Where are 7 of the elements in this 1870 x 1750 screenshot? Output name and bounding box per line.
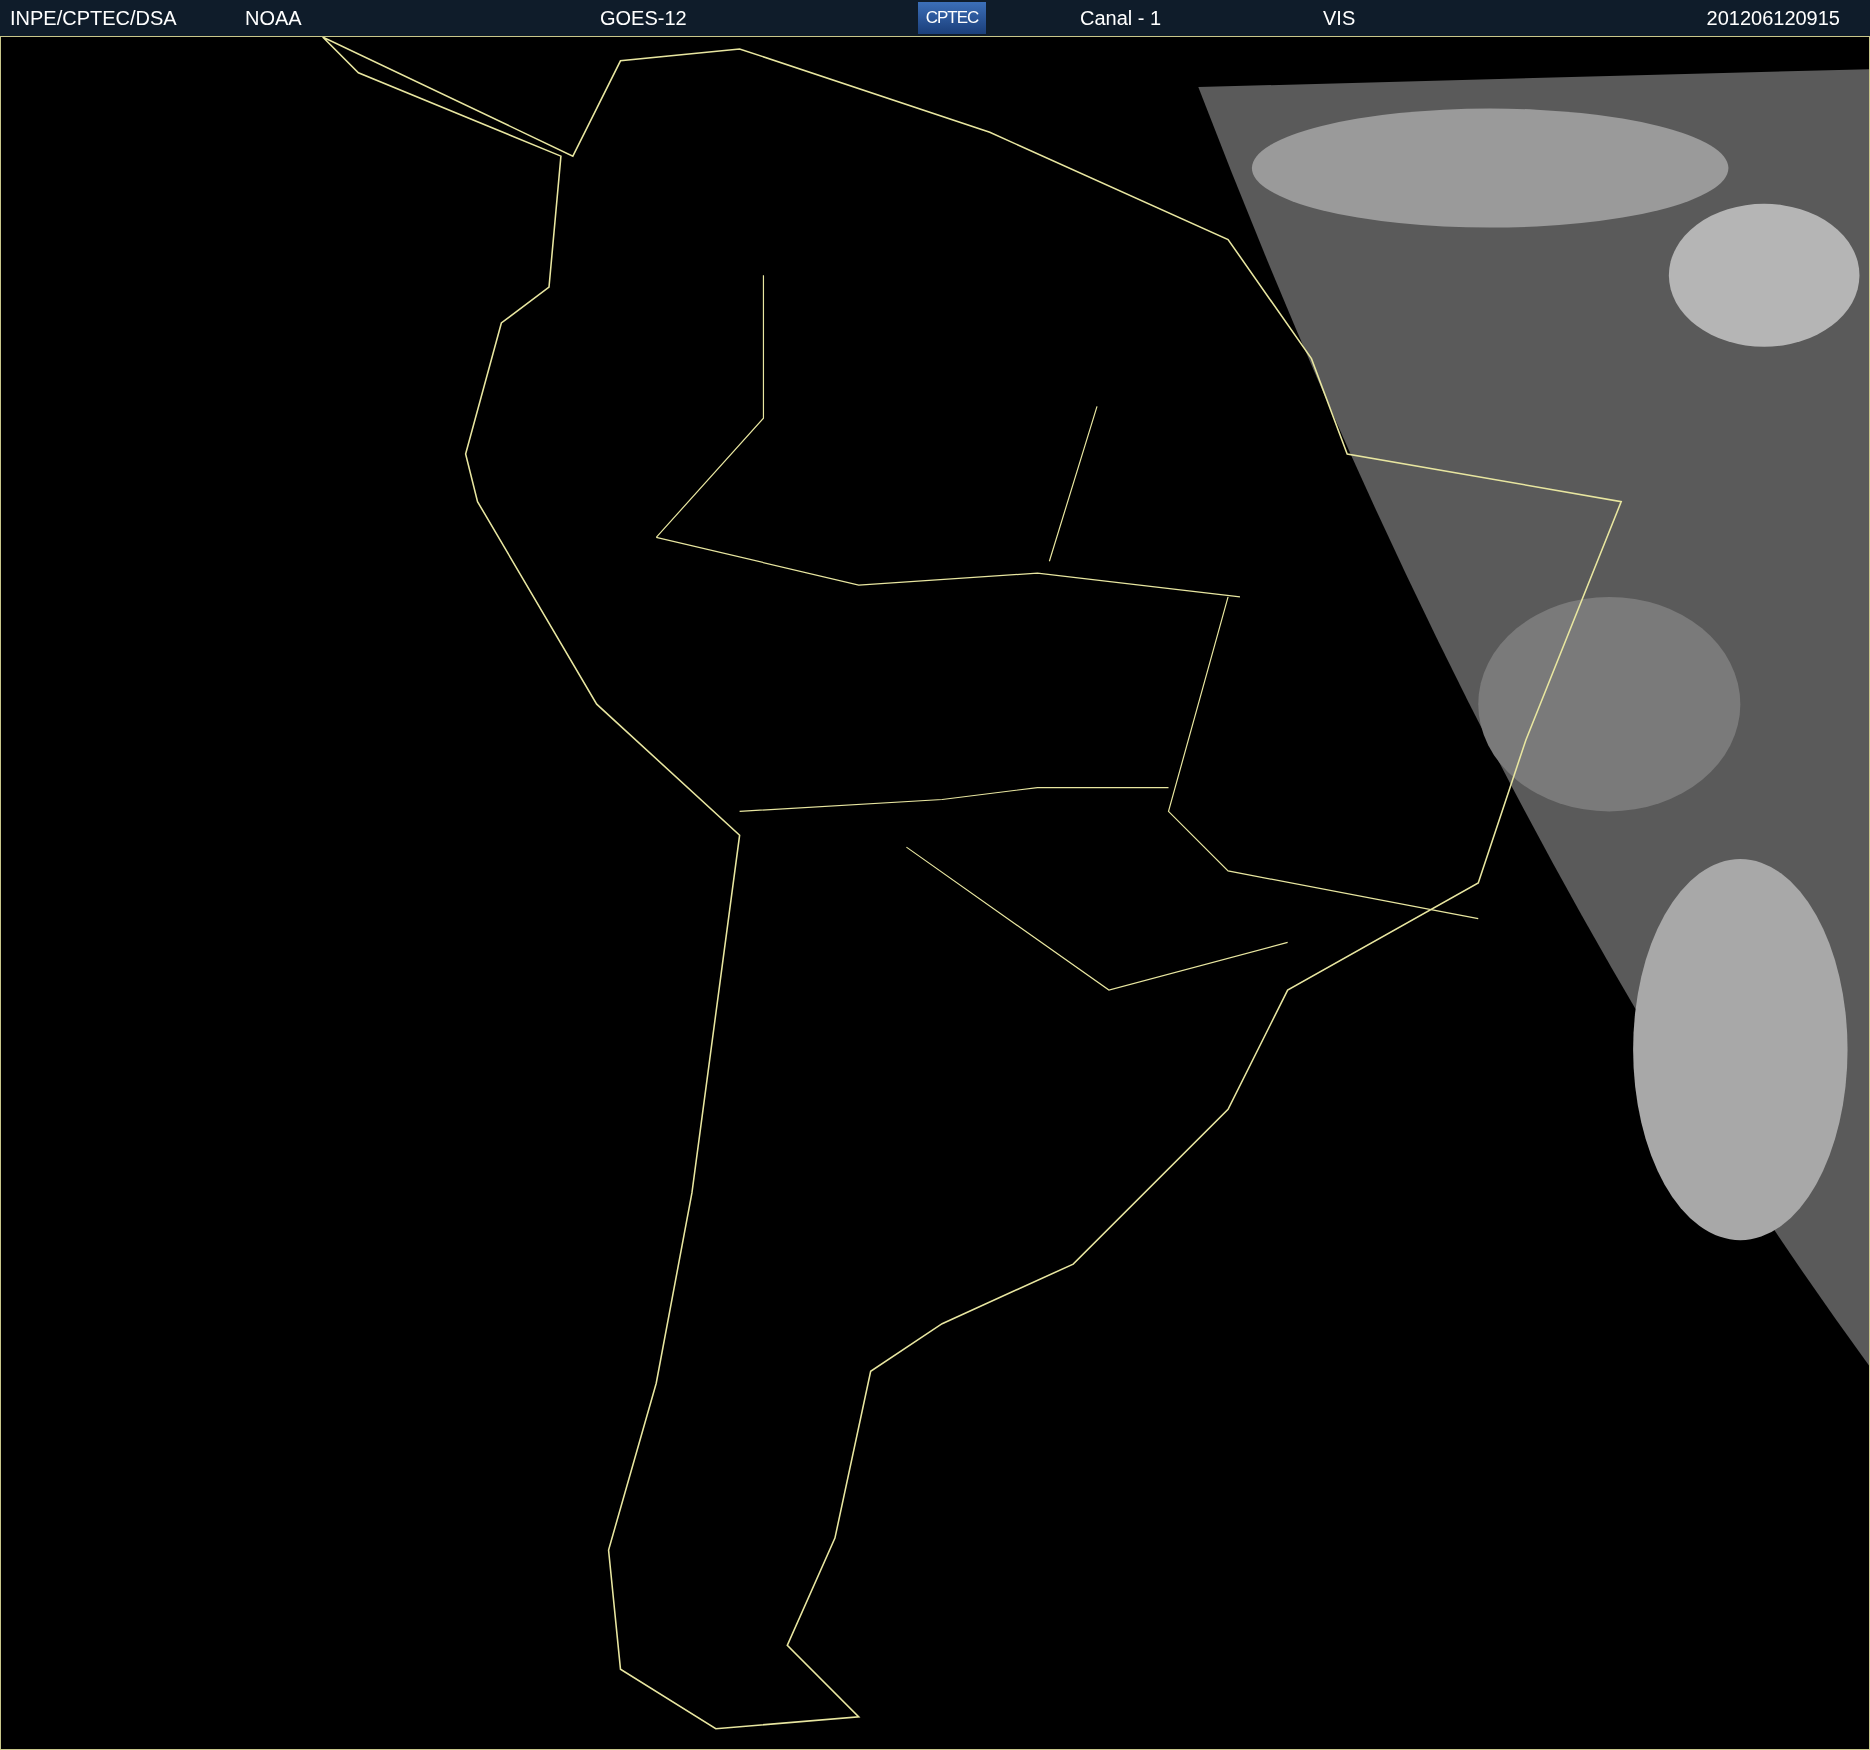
band-label: VIS — [1323, 6, 1356, 30]
channel-label: Canal - 1 — [1080, 6, 1162, 30]
source-label: INPE/CPTEC/DSA — [10, 6, 177, 30]
logo: CPTEC — [918, 2, 986, 34]
agency-label: NOAA — [245, 6, 302, 30]
timestamp-label: 201206120915 — [1706, 6, 1840, 30]
satellite-label: GOES-12 — [600, 6, 687, 30]
